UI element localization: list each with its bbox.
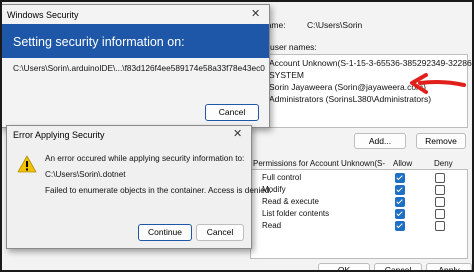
user-item-account-unknown[interactable]: Account Unknown(S-1-15-3-65536-385292349… xyxy=(269,58,472,68)
allow-checkbox[interactable] xyxy=(395,197,405,207)
continue-button[interactable]: Continue xyxy=(138,224,192,241)
allow-checkbox[interactable] xyxy=(395,185,405,195)
windows-security-dialog: Windows Security ✕ Setting security info… xyxy=(2,4,270,128)
dialog-title: Error Applying Security xyxy=(13,130,105,140)
add-button[interactable]: Add... xyxy=(354,133,406,149)
deny-checkbox[interactable] xyxy=(435,221,445,231)
remove-button[interactable]: Remove xyxy=(416,133,466,149)
screenshot-frame: ct name: C:\Users\Sorin p or user names:… xyxy=(0,0,474,272)
allow-checkbox[interactable] xyxy=(395,209,405,219)
user-item-sorin[interactable]: Sorin Jayaweera (Sorin@jayaweera.com) xyxy=(269,82,426,92)
error-message-line1: An error occured while applying security… xyxy=(45,154,245,163)
permission-label: Read xyxy=(262,221,282,230)
cancel-button[interactable]: Cancel xyxy=(374,263,422,270)
close-icon[interactable]: ✕ xyxy=(251,7,260,20)
banner-heading: Setting security information on: xyxy=(13,35,185,49)
close-icon[interactable]: ✕ xyxy=(233,127,242,140)
cancel-button[interactable]: Cancel xyxy=(196,224,244,241)
deny-checkbox[interactable] xyxy=(435,209,445,219)
dialog-banner: Setting security information on: xyxy=(2,24,269,58)
deny-column-header: Deny xyxy=(434,159,453,168)
deny-checkbox[interactable] xyxy=(435,173,445,183)
apply-button[interactable]: Apply xyxy=(426,263,472,270)
allow-checkbox[interactable] xyxy=(395,221,405,231)
permission-label: List folder contents xyxy=(262,209,330,218)
dialog-title: Windows Security xyxy=(7,10,79,20)
error-applying-security-dialog: Error Applying Security ✕ An error occur… xyxy=(6,125,272,249)
deny-checkbox[interactable] xyxy=(435,197,445,207)
target-path: C:\Users\Sorin\.arduinoIDE\...\f83d126f4… xyxy=(13,63,265,73)
red-arrow-annotation-icon xyxy=(410,73,466,94)
user-item-system[interactable]: SYSTEM xyxy=(269,70,304,80)
cancel-button[interactable]: Cancel xyxy=(205,104,259,121)
error-path: C:\Users\Sorin\.dotnet xyxy=(45,170,126,179)
error-message-line2: Failed to enumerate objects in the conta… xyxy=(45,186,272,195)
ok-button[interactable]: OK xyxy=(318,263,370,270)
allow-checkbox[interactable] xyxy=(395,173,405,183)
warning-icon xyxy=(17,155,37,173)
permission-label: Full control xyxy=(262,173,302,182)
permission-label: Read & execute xyxy=(262,197,319,206)
allow-column-header: Allow xyxy=(393,159,413,168)
object-name-value: C:\Users\Sorin xyxy=(307,20,363,30)
deny-checkbox[interactable] xyxy=(435,185,445,195)
